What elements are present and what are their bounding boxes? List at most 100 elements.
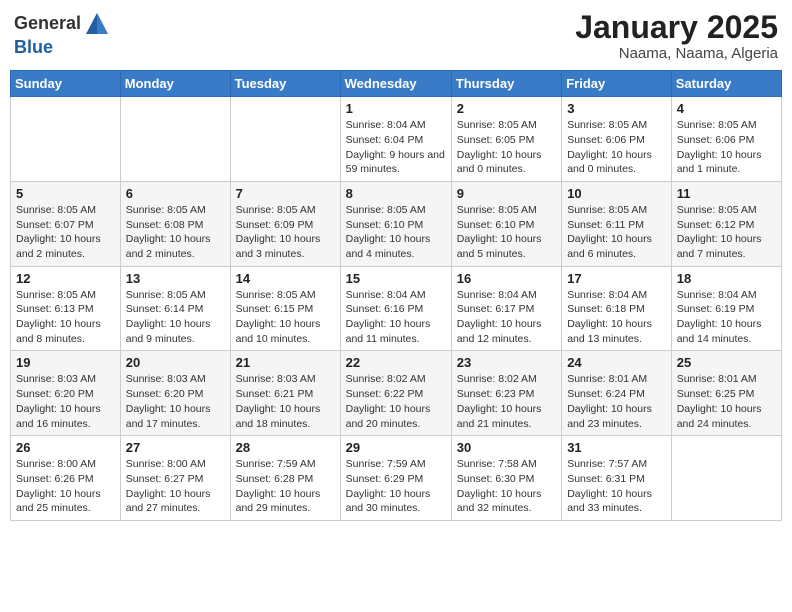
day-info: Sunrise: 8:05 AMSunset: 6:13 PMDaylight:…: [16, 288, 115, 347]
calendar-cell: 5 Sunrise: 8:05 AMSunset: 6:07 PMDaylight…: [11, 181, 121, 266]
calendar-cell: 1 Sunrise: 8:04 AMSunset: 6:04 PMDaylight…: [340, 97, 451, 182]
day-info: Sunrise: 8:05 AMSunset: 6:12 PMDaylight:…: [677, 203, 776, 262]
calendar-cell: 18Sunrise: 8:04 AMSunset: 6:19 PMDayligh…: [671, 266, 781, 351]
day-info: Sunrise: 8:01 AMSunset: 6:25 PMDaylight:…: [677, 372, 776, 431]
calendar-cell: 10Sunrise: 8:05 AMSunset: 6:11 PMDayligh…: [562, 181, 672, 266]
day-info: Sunrise: 8:01 AMSunset: 6:24 PMDaylight:…: [567, 372, 666, 431]
weekday-header-sunday: Sunday: [11, 71, 121, 97]
weekday-header-wednesday: Wednesday: [340, 71, 451, 97]
day-number: 20: [126, 355, 225, 370]
day-number: 25: [677, 355, 776, 370]
day-info: Sunrise: 8:03 AMSunset: 6:20 PMDaylight:…: [126, 372, 225, 431]
day-number: 10: [567, 186, 666, 201]
weekday-header-thursday: Thursday: [451, 71, 561, 97]
calendar-cell: 15 Sunrise: 8:04 AMSunset: 6:16 PMDayligh…: [340, 266, 451, 351]
day-number: 22: [346, 355, 446, 370]
calendar-cell: 2Sunrise: 8:05 AMSunset: 6:05 PMDaylight…: [451, 97, 561, 182]
calendar-cell: 31 Sunrise: 7:57 AMSunset: 6:31 PMDayligh…: [562, 436, 672, 521]
calendar-cell: 16 Sunrise: 8:04 AMSunset: 6:17 PMDayligh…: [451, 266, 561, 351]
day-info: Sunrise: 8:05 AMSunset: 6:06 PMDaylight:…: [567, 118, 666, 177]
day-number: 8: [346, 186, 446, 201]
day-number: 18: [677, 271, 776, 286]
calendar-cell: 23 Sunrise: 8:02 AMSunset: 6:23 PMDayligh…: [451, 351, 561, 436]
logo-general: General: [14, 13, 81, 33]
day-number: 12: [16, 271, 115, 286]
logo-blue: Blue: [14, 38, 113, 58]
day-info: Sunrise: 8:05 AMSunset: 6:14 PMDaylight:…: [126, 288, 225, 347]
calendar-cell: 21 Sunrise: 8:03 AMSunset: 6:21 PMDayligh…: [230, 351, 340, 436]
calendar-cell: 14 Sunrise: 8:05 AMSunset: 6:15 PMDayligh…: [230, 266, 340, 351]
calendar-cell: 20 Sunrise: 8:03 AMSunset: 6:20 PMDayligh…: [120, 351, 230, 436]
day-number: 29: [346, 440, 446, 455]
calendar-cell: 17 Sunrise: 8:04 AMSunset: 6:18 PMDayligh…: [562, 266, 672, 351]
day-info: Sunrise: 8:04 AMSunset: 6:04 PMDaylight:…: [346, 118, 446, 177]
calendar-cell: 25 Sunrise: 8:01 AMSunset: 6:25 PMDayligh…: [671, 351, 781, 436]
calendar-cell: 6 Sunrise: 8:05 AMSunset: 6:08 PMDaylight…: [120, 181, 230, 266]
day-info: Sunrise: 7:59 AMSunset: 6:28 PMDaylight:…: [236, 457, 335, 516]
day-number: 16: [457, 271, 556, 286]
day-info: Sunrise: 8:03 AMSunset: 6:21 PMDaylight:…: [236, 372, 335, 431]
calendar-cell: [230, 97, 340, 182]
day-info: Sunrise: 7:59 AMSunset: 6:29 PMDaylight:…: [346, 457, 446, 516]
calendar-cell: [671, 436, 781, 521]
day-info: Sunrise: 8:04 AMSunset: 6:17 PMDaylight:…: [457, 288, 556, 347]
day-info: Sunrise: 8:04 AMSunset: 6:16 PMDaylight:…: [346, 288, 446, 347]
month-title: January 2025: [575, 10, 778, 45]
day-info: Sunrise: 8:03 AMSunset: 6:20 PMDaylight:…: [16, 372, 115, 431]
day-number: 6: [126, 186, 225, 201]
day-number: 21: [236, 355, 335, 370]
day-number: 3: [567, 101, 666, 116]
day-info: Sunrise: 8:05 AMSunset: 6:08 PMDaylight:…: [126, 203, 225, 262]
day-info: Sunrise: 8:05 AMSunset: 6:10 PMDaylight:…: [346, 203, 446, 262]
calendar-cell: 22Sunrise: 8:02 AMSunset: 6:22 PMDayligh…: [340, 351, 451, 436]
day-number: 9: [457, 186, 556, 201]
calendar-cell: 13 Sunrise: 8:05 AMSunset: 6:14 PMDayligh…: [120, 266, 230, 351]
day-info: Sunrise: 8:05 AMSunset: 6:09 PMDaylight:…: [236, 203, 335, 262]
day-info: Sunrise: 8:00 AMSunset: 6:27 PMDaylight:…: [126, 457, 225, 516]
day-number: 13: [126, 271, 225, 286]
day-info: Sunrise: 8:05 AMSunset: 6:15 PMDaylight:…: [236, 288, 335, 347]
calendar-cell: [11, 97, 121, 182]
calendar-cell: 3 Sunrise: 8:05 AMSunset: 6:06 PMDaylight…: [562, 97, 672, 182]
day-info: Sunrise: 8:05 AMSunset: 6:10 PMDaylight:…: [457, 203, 556, 262]
calendar-cell: 30 Sunrise: 7:58 AMSunset: 6:30 PMDayligh…: [451, 436, 561, 521]
day-number: 17: [567, 271, 666, 286]
day-info: Sunrise: 8:02 AMSunset: 6:23 PMDaylight:…: [457, 372, 556, 431]
day-info: Sunrise: 7:58 AMSunset: 6:30 PMDaylight:…: [457, 457, 556, 516]
calendar-cell: [120, 97, 230, 182]
day-number: 15: [346, 271, 446, 286]
day-number: 30: [457, 440, 556, 455]
calendar-cell: 19 Sunrise: 8:03 AMSunset: 6:20 PMDayligh…: [11, 351, 121, 436]
weekday-header-saturday: Saturday: [671, 71, 781, 97]
calendar: SundayMondayTuesdayWednesdayThursdayFrid…: [10, 70, 782, 521]
weekday-header-monday: Monday: [120, 71, 230, 97]
day-number: 31: [567, 440, 666, 455]
day-number: 27: [126, 440, 225, 455]
day-number: 1: [346, 101, 446, 116]
location: Naama, Naama, Algeria: [575, 45, 778, 62]
page-header: General Blue January 2025 Naama, Naama, …: [10, 10, 782, 62]
day-info: Sunrise: 8:05 AMSunset: 6:07 PMDaylight:…: [16, 203, 115, 262]
day-number: 28: [236, 440, 335, 455]
day-number: 14: [236, 271, 335, 286]
day-number: 5: [16, 186, 115, 201]
day-number: 11: [677, 186, 776, 201]
day-number: 19: [16, 355, 115, 370]
calendar-cell: 4Sunrise: 8:05 AMSunset: 6:06 PMDaylight…: [671, 97, 781, 182]
day-number: 26: [16, 440, 115, 455]
day-number: 24: [567, 355, 666, 370]
title-block: January 2025 Naama, Naama, Algeria: [575, 10, 778, 62]
day-info: Sunrise: 8:04 AMSunset: 6:18 PMDaylight:…: [567, 288, 666, 347]
calendar-cell: 27 Sunrise: 8:00 AMSunset: 6:27 PMDayligh…: [120, 436, 230, 521]
weekday-header-friday: Friday: [562, 71, 672, 97]
day-number: 7: [236, 186, 335, 201]
calendar-cell: 24 Sunrise: 8:01 AMSunset: 6:24 PMDayligh…: [562, 351, 672, 436]
weekday-header-tuesday: Tuesday: [230, 71, 340, 97]
calendar-cell: 29 Sunrise: 7:59 AMSunset: 6:29 PMDayligh…: [340, 436, 451, 521]
day-number: 23: [457, 355, 556, 370]
calendar-cell: 28 Sunrise: 7:59 AMSunset: 6:28 PMDayligh…: [230, 436, 340, 521]
calendar-cell: 12 Sunrise: 8:05 AMSunset: 6:13 PMDayligh…: [11, 266, 121, 351]
day-info: Sunrise: 7:57 AMSunset: 6:31 PMDaylight:…: [567, 457, 666, 516]
day-info: Sunrise: 8:00 AMSunset: 6:26 PMDaylight:…: [16, 457, 115, 516]
day-info: Sunrise: 8:05 AMSunset: 6:06 PMDaylight:…: [677, 118, 776, 177]
